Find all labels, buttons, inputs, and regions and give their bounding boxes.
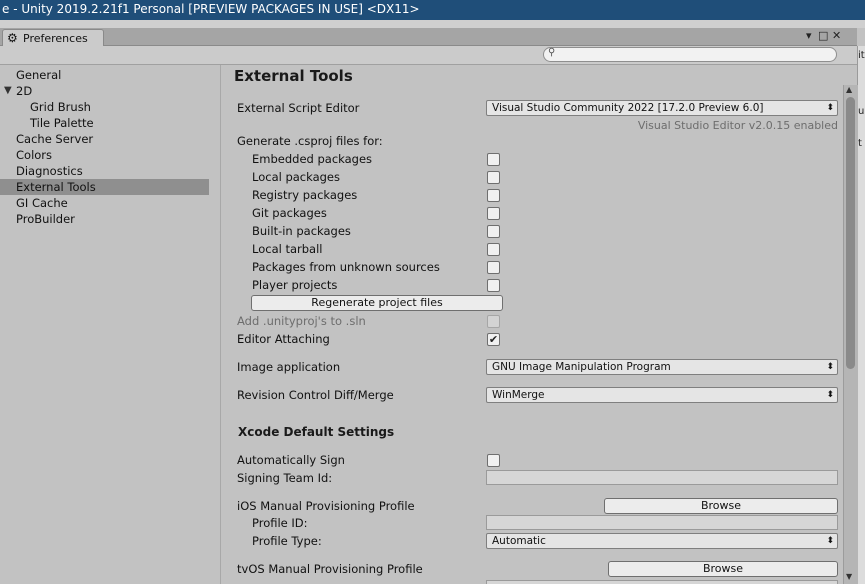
option-label: Embedded packages bbox=[252, 152, 373, 166]
window-menu-button[interactable]: ▾ bbox=[806, 29, 812, 42]
dropdown-value: Automatic bbox=[492, 535, 546, 547]
sidebar-item-external-tools[interactable]: External Tools bbox=[0, 179, 209, 195]
revision-control-label: Revision Control Diff/Merge bbox=[237, 388, 394, 402]
window-title: e - Unity 2019.2.21f1 Personal [PREVIEW … bbox=[2, 2, 420, 16]
option-label: Built-in packages bbox=[252, 224, 351, 238]
option-label: Packages from unknown sources bbox=[252, 260, 440, 274]
regenerate-project-files-button[interactable]: Regenerate project files bbox=[251, 295, 503, 311]
neighbor-panel: it u t bbox=[857, 46, 865, 584]
gear-icon: ⚙ bbox=[7, 31, 18, 45]
script-editor-label: External Script Editor bbox=[237, 101, 360, 115]
embedded-packages-checkbox[interactable] bbox=[487, 153, 500, 166]
neighbor-glyph: it bbox=[858, 50, 865, 61]
generate-csproj-label: Generate .csproj files for: bbox=[237, 134, 383, 148]
sidebar-item-label: GI Cache bbox=[16, 196, 68, 210]
profile-type-dropdown[interactable]: Automatic ⬍ bbox=[486, 533, 838, 549]
sidebar-item-tile-palette[interactable]: Tile Palette bbox=[0, 115, 209, 131]
option-label: Local tarball bbox=[252, 242, 323, 256]
sidebar-item-label: Grid Brush bbox=[30, 100, 91, 114]
option-label: Registry packages bbox=[252, 188, 358, 202]
tab-bar: ⚙ Preferences ▾ □ ✕ bbox=[0, 28, 857, 47]
sidebar-item-label: General bbox=[16, 68, 62, 82]
sidebar-item-2d[interactable]: ▼ 2D bbox=[0, 83, 209, 99]
toolbar: ⚲ bbox=[0, 46, 857, 65]
dropdown-arrow-icon: ⬍ bbox=[826, 103, 834, 113]
top-strip bbox=[0, 20, 865, 28]
page-title: External Tools bbox=[234, 67, 353, 85]
close-button[interactable]: ✕ bbox=[832, 29, 841, 42]
add-unityproj-label: Add .unityproj's to .sln bbox=[237, 314, 366, 328]
expand-triangle-icon[interactable]: ▼ bbox=[4, 83, 12, 99]
settings-panel: External Tools External Script Editor Vi… bbox=[221, 65, 843, 584]
sidebar-item-cache-server[interactable]: Cache Server bbox=[0, 131, 209, 147]
script-editor-dropdown[interactable]: Visual Studio Community 2022 [17.2.0 Pre… bbox=[486, 100, 838, 116]
dropdown-arrow-icon: ⬍ bbox=[826, 390, 834, 400]
editor-attaching-checkbox[interactable]: ✔ bbox=[487, 333, 500, 346]
sidebar-item-label: Tile Palette bbox=[30, 116, 94, 130]
local-packages-checkbox[interactable] bbox=[487, 171, 500, 184]
sidebar-item-label: Diagnostics bbox=[16, 164, 83, 178]
revision-control-dropdown[interactable]: WinMerge ⬍ bbox=[486, 387, 838, 403]
dropdown-arrow-icon: ⬍ bbox=[826, 362, 834, 372]
image-application-label: Image application bbox=[237, 360, 341, 374]
dropdown-value: Visual Studio Community 2022 [17.2.0 Pre… bbox=[492, 102, 764, 114]
ios-browse-button[interactable]: Browse bbox=[604, 498, 838, 514]
git-packages-checkbox[interactable] bbox=[487, 207, 500, 220]
add-unityproj-checkbox bbox=[487, 315, 500, 328]
player-projects-checkbox[interactable] bbox=[487, 279, 500, 292]
sidebar-item-label: Cache Server bbox=[16, 132, 94, 146]
profile-id-input[interactable] bbox=[486, 515, 838, 530]
sidebar-item-gi-cache[interactable]: GI Cache bbox=[0, 195, 209, 211]
search-input[interactable]: ⚲ bbox=[543, 47, 837, 62]
tvos-next-field[interactable] bbox=[486, 580, 838, 584]
dropdown-value: GNU Image Manipulation Program bbox=[492, 361, 671, 373]
profile-type-label: Profile Type: bbox=[252, 534, 322, 548]
sidebar-item-label: Colors bbox=[16, 148, 53, 162]
sidebar-item-label: ProBuilder bbox=[16, 212, 75, 226]
auto-sign-label: Automatically Sign bbox=[237, 453, 345, 467]
sidebar: General ▼ 2D Grid Brush Tile Palette Cac… bbox=[0, 65, 221, 584]
editor-attaching-label: Editor Attaching bbox=[237, 332, 330, 346]
sidebar-item-colors[interactable]: Colors bbox=[0, 147, 209, 163]
tvos-profile-label: tvOS Manual Provisioning Profile bbox=[237, 562, 423, 576]
signing-team-label: Signing Team Id: bbox=[237, 471, 333, 485]
image-application-dropdown[interactable]: GNU Image Manipulation Program ⬍ bbox=[486, 359, 838, 375]
maximize-button[interactable]: □ bbox=[818, 29, 828, 42]
signing-team-input[interactable] bbox=[486, 470, 838, 485]
profile-id-label: Profile ID: bbox=[252, 516, 308, 530]
dropdown-arrow-icon: ⬍ bbox=[826, 536, 834, 546]
tvos-browse-button[interactable]: Browse bbox=[608, 561, 838, 577]
built-in-packages-checkbox[interactable] bbox=[487, 225, 500, 238]
neighbor-glyph: t bbox=[858, 138, 862, 149]
registry-packages-checkbox[interactable] bbox=[487, 189, 500, 202]
editor-package-status: Visual Studio Editor v2.0.15 enabled bbox=[637, 119, 838, 132]
tab-preferences[interactable]: ⚙ Preferences bbox=[2, 29, 104, 47]
scrollbar-thumb[interactable] bbox=[846, 97, 855, 369]
sidebar-item-diagnostics[interactable]: Diagnostics bbox=[0, 163, 209, 179]
sidebar-item-label: 2D bbox=[16, 84, 33, 98]
local-tarball-checkbox[interactable] bbox=[487, 243, 500, 256]
sidebar-item-probuilder[interactable]: ProBuilder bbox=[0, 211, 209, 227]
unknown-sources-checkbox[interactable] bbox=[487, 261, 500, 274]
neighbor-glyph: u bbox=[858, 106, 865, 117]
option-label: Local packages bbox=[252, 170, 341, 184]
option-label: Git packages bbox=[252, 206, 327, 220]
sidebar-item-general[interactable]: General bbox=[0, 67, 209, 83]
auto-sign-checkbox[interactable] bbox=[487, 454, 500, 467]
title-bar: e - Unity 2019.2.21f1 Personal [PREVIEW … bbox=[0, 0, 865, 20]
search-icon: ⚲ bbox=[548, 47, 556, 58]
option-label: Player projects bbox=[252, 278, 338, 292]
sidebar-item-label: External Tools bbox=[16, 180, 96, 194]
xcode-section-heading: Xcode Default Settings bbox=[238, 425, 395, 439]
preferences-window: ⚙ Preferences ▾ □ ✕ ⚲ General ▼ 2D Grid … bbox=[0, 28, 858, 584]
scroll-down-icon[interactable]: ▼ bbox=[846, 572, 852, 581]
dropdown-value: WinMerge bbox=[492, 389, 545, 401]
scroll-up-icon[interactable]: ▲ bbox=[846, 85, 852, 94]
vertical-scrollbar[interactable]: ▲ ▼ bbox=[843, 85, 858, 584]
ios-profile-label: iOS Manual Provisioning Profile bbox=[237, 499, 415, 513]
sidebar-item-grid-brush[interactable]: Grid Brush bbox=[0, 99, 209, 115]
tab-label: Preferences bbox=[23, 32, 88, 45]
